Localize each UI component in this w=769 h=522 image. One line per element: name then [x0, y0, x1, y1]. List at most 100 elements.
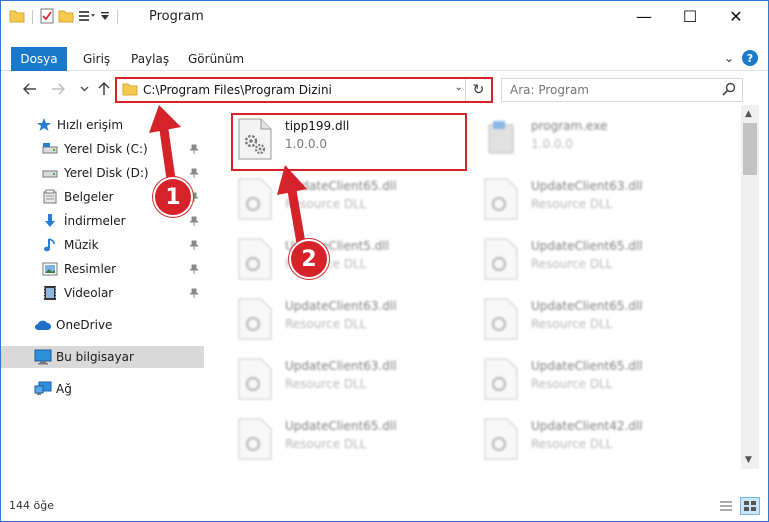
tiles-view-button[interactable] [740, 497, 760, 515]
file-item[interactable]: UpdateClient42.dll Resource DLL [477, 413, 707, 467]
sidebar-item-pictures[interactable]: Resimler [1, 258, 204, 280]
sidebar-item-label: Videolar [64, 286, 114, 300]
sidebar-item-quick-access[interactable]: Hızlı erişim [1, 114, 204, 136]
new-folder-icon[interactable] [58, 9, 74, 26]
file-description: Resource DLL [531, 257, 613, 271]
folder-icon [9, 9, 25, 26]
search-icon[interactable] [722, 82, 736, 99]
star-icon [36, 117, 52, 133]
pin-icon[interactable] [189, 239, 199, 253]
vertical-scrollbar[interactable]: ▲ ▼ [741, 105, 759, 469]
close-button[interactable]: ✕ [713, 1, 759, 31]
properties-icon[interactable] [40, 8, 54, 27]
toolbar-divider [32, 10, 33, 24]
address-dropdown-icon[interactable]: ⌄ [455, 82, 463, 93]
address-path[interactable]: C:\Program Files\Program Dizini [143, 83, 332, 97]
sidebar-item-music[interactable]: Müzik [1, 234, 204, 256]
file-name: UpdateClient63.dll [285, 359, 397, 373]
file-name: UpdateClient65.dll [285, 179, 397, 193]
tab-share[interactable]: Paylaş [131, 47, 169, 71]
search-input[interactable] [510, 82, 710, 98]
sidebar-item-label: Resimler [64, 262, 117, 276]
pin-icon[interactable] [189, 263, 199, 277]
customize-view-icon[interactable] [78, 9, 96, 26]
file-item[interactable]: UpdateClient63.dll Resource DLL [477, 173, 707, 227]
file-item-program-exe[interactable]: program.exe 1.0.0.0 [477, 113, 707, 167]
refresh-button[interactable]: ↻ [465, 79, 491, 101]
sidebar-item-videos[interactable]: Videolar [1, 282, 204, 304]
help-button[interactable]: ? [742, 50, 758, 66]
back-button[interactable] [19, 78, 41, 100]
status-bar: 144 öğe [1, 493, 768, 521]
qat-dropdown-icon[interactable] [100, 10, 110, 24]
dll-file-icon [481, 297, 521, 341]
explorer-window: Program — ☐ ✕ Dosya Giriş Paylaş Görünüm… [0, 0, 769, 522]
file-name: UpdateClient65.dll [531, 359, 643, 373]
file-item[interactable]: UpdateClient65.dll Resource DLL [231, 413, 461, 467]
chevron-down-icon [80, 86, 88, 92]
file-description: Resource DLL [285, 317, 367, 331]
file-description: Resource DLL [531, 197, 613, 211]
file-item[interactable]: UpdateClient63.dll Resource DLL [231, 293, 461, 347]
quick-access-toolbar [9, 8, 121, 26]
sidebar-item-label: Hızlı erişim [57, 118, 124, 132]
tab-home[interactable]: Giriş [83, 47, 110, 71]
maximize-button[interactable]: ☐ [667, 1, 713, 31]
up-button[interactable] [93, 78, 115, 100]
sidebar-item-this-pc[interactable]: Bu bilgisayar [1, 346, 204, 368]
dll-file-icon [481, 417, 521, 461]
music-icon [42, 237, 58, 253]
recent-locations-button[interactable] [73, 78, 95, 100]
ribbon-tabs: Dosya Giriş Paylaş Görünüm ⌄ ? [1, 47, 768, 71]
sidebar-item-drive-c[interactable]: Yerel Disk (C:) [1, 138, 204, 160]
folder-icon [122, 82, 138, 99]
window-title: Program [149, 9, 204, 24]
file-list: tipp199.dll 1.0.0.0 program.exe 1.0.0.0 … [207, 107, 741, 469]
download-icon [42, 213, 58, 229]
ribbon-right-controls: ⌄ ? [724, 50, 758, 66]
sidebar-item-onedrive[interactable]: OneDrive [1, 314, 204, 336]
details-view-button[interactable] [716, 497, 736, 515]
navigation-bar: C:\Program Files\Program Dizini ⌄ ↻ [1, 74, 768, 104]
file-item[interactable]: UpdateClient65.dll Resource DLL [477, 353, 707, 407]
scroll-up-icon[interactable]: ▲ [745, 109, 752, 119]
up-arrow-icon [98, 82, 110, 95]
cloud-icon [34, 317, 52, 333]
pin-icon[interactable] [189, 215, 199, 229]
dll-file-icon [235, 177, 275, 221]
minimize-button[interactable]: — [621, 1, 667, 31]
pin-icon[interactable] [189, 287, 199, 301]
file-version: 1.0.0.0 [531, 137, 573, 151]
file-item[interactable]: UpdateClient65.dll Resource DLL [477, 293, 707, 347]
sidebar-item-network[interactable]: Ağ [1, 378, 204, 400]
pin-icon[interactable] [189, 167, 199, 181]
sidebar-item-label: Yerel Disk (C:) [64, 142, 148, 156]
file-name: UpdateClient42.dll [531, 419, 643, 433]
tab-file[interactable]: Dosya [11, 47, 67, 71]
file-item-tipp199-dll[interactable]: tipp199.dll 1.0.0.0 [231, 113, 461, 167]
tab-view[interactable]: Görünüm [188, 47, 244, 71]
file-item[interactable]: UpdateClient65.dll Resource DLL [231, 173, 461, 227]
documents-icon [42, 189, 58, 205]
file-name: program.exe [531, 119, 608, 133]
dll-file-icon [235, 237, 275, 281]
forward-button[interactable] [47, 78, 69, 100]
scroll-down-icon[interactable]: ▼ [745, 455, 752, 465]
sidebar-item-label: İndirmeler [64, 214, 126, 228]
file-name: tipp199.dll [285, 119, 350, 133]
file-item[interactable]: UpdateClient5.dll Resource DLL [231, 233, 461, 287]
search-box[interactable] [501, 78, 743, 102]
scroll-thumb[interactable] [743, 123, 757, 175]
file-item[interactable]: UpdateClient65.dll Resource DLL [477, 233, 707, 287]
pin-icon[interactable] [189, 143, 199, 157]
address-bar[interactable]: C:\Program Files\Program Dizini ⌄ ↻ [115, 77, 493, 103]
view-switcher [716, 497, 760, 515]
sidebar-item-label: Belgeler [64, 190, 114, 204]
expand-ribbon-icon[interactable]: ⌄ [724, 51, 734, 65]
callout-badge-1: 1 [153, 177, 193, 217]
sidebar-item-label: Yerel Disk (D:) [64, 166, 149, 180]
forward-arrow-icon [52, 83, 65, 95]
file-item[interactable]: UpdateClient63.dll Resource DLL [231, 353, 461, 407]
computer-icon [34, 349, 52, 365]
dll-file-icon [235, 297, 275, 341]
